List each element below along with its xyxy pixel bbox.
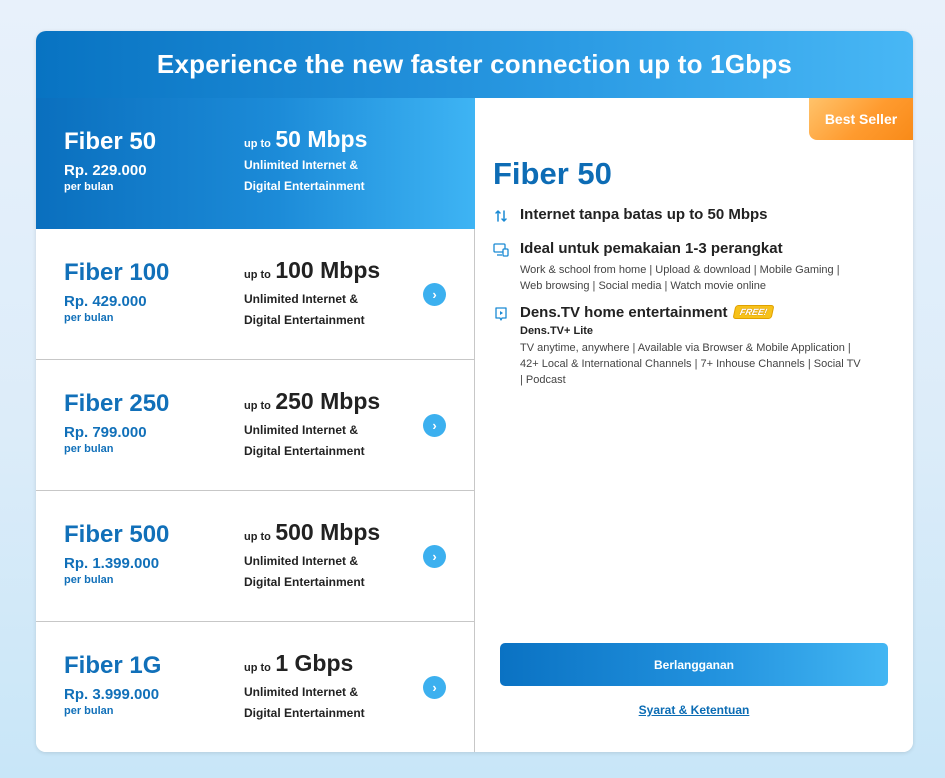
feature-tv: Dens.TV home entertainment FREE! Dens.TV+… (493, 304, 893, 394)
plan-description: Unlimited Internet & Digital Entertainme… (244, 685, 365, 720)
plan-list: Fiber 50 Rp. 229.000 per bulan up to 50 … (36, 98, 475, 752)
feature-text: Work & school from home | Upload & downl… (520, 264, 840, 292)
plan-description: Unlimited Internet & Digital Entertainme… (244, 292, 365, 327)
plan-speed: 250 Mbps (275, 388, 381, 414)
plan-speed-line: up to 1 Gbps (244, 650, 353, 677)
plan-detail-panel: Best Seller Fiber 50 Internet tanpa bata… (475, 98, 913, 752)
plan-speed-line: up to 100 Mbps (244, 257, 380, 284)
speed-arrows-icon (495, 210, 507, 222)
feature-title: Ideal untuk pemakaian 1-3 perangkat (520, 240, 783, 257)
plan-item-fiber-500[interactable]: Fiber 500 Rp. 1.399.000 per bulan up to … (36, 491, 475, 622)
devices-icon (493, 243, 509, 257)
free-tag: FREE! (732, 305, 775, 319)
plan-item-fiber-50[interactable]: Fiber 50 Rp. 229.000 per bulan up to 50 … (36, 98, 475, 229)
feature-title: Internet tanpa batas up to 50 Mbps (520, 206, 768, 223)
plan-price: Rp. 1.399.000 (64, 555, 160, 572)
plan-item-fiber-250[interactable]: Fiber 250 Rp. 799.000 per bulan up to 25… (36, 360, 475, 491)
plan-upto: up to (244, 138, 271, 150)
plan-price: Rp. 3.999.000 (64, 686, 160, 703)
subscribe-button[interactable]: Berlangganan (500, 643, 888, 686)
feature-title: Dens.TV home entertainment FREE! (520, 304, 775, 321)
feature-devices: Ideal untuk pemakaian 1-3 perangkat Work… (493, 240, 893, 300)
detail-title: Fiber 50 (493, 156, 612, 191)
plan-period: per bulan (64, 574, 114, 586)
feature-subtitle: Dens.TV+ Lite (520, 325, 594, 337)
feature-text: TV anytime, anywhere | Available via Bro… (520, 342, 861, 386)
plan-upto: up to (244, 269, 271, 281)
card-body: Fiber 50 Rp. 229.000 per bulan up to 50 … (36, 98, 913, 752)
plan-name: Fiber 50 (64, 128, 157, 155)
plan-speed: 1 Gbps (275, 650, 354, 676)
tv-icon (495, 307, 507, 321)
plan-description: Unlimited Internet & Digital Entertainme… (244, 554, 365, 589)
plan-item-fiber-100[interactable]: Fiber 100 Rp. 429.000 per bulan up to 10… (36, 229, 475, 360)
plan-upto: up to (244, 531, 271, 543)
plan-description: Unlimited Internet & Digital Entertainme… (244, 423, 365, 458)
chevron-right-icon[interactable]: › (423, 545, 446, 568)
chevron-right-icon[interactable]: › (423, 414, 446, 437)
pricing-card: Experience the new faster connection up … (36, 31, 913, 752)
plan-name: Fiber 100 (64, 259, 170, 286)
feature-internet: Internet tanpa batas up to 50 Mbps (493, 206, 893, 230)
plan-period: per bulan (64, 181, 114, 193)
plan-period: per bulan (64, 705, 114, 717)
terms-link[interactable]: Syarat & Ketentuan (475, 703, 913, 717)
plan-speed: 500 Mbps (275, 519, 381, 545)
plan-speed: 50 Mbps (275, 126, 368, 152)
plan-speed-line: up to 250 Mbps (244, 388, 380, 415)
plan-name: Fiber 250 (64, 390, 170, 417)
plan-period: per bulan (64, 312, 114, 324)
chevron-right-icon[interactable]: › (423, 283, 446, 306)
plan-speed-line: up to 50 Mbps (244, 126, 367, 153)
plan-price: Rp. 429.000 (64, 293, 147, 310)
chevron-right-icon[interactable]: › (423, 676, 446, 699)
plan-price: Rp. 229.000 (64, 162, 147, 179)
plan-name: Fiber 1G (64, 652, 162, 679)
plan-upto: up to (244, 400, 271, 412)
plan-name: Fiber 500 (64, 521, 170, 548)
header-title: Experience the new faster connection up … (156, 49, 793, 79)
plan-description: Unlimited Internet & Digital Entertainme… (244, 158, 365, 193)
plan-item-fiber-1g[interactable]: Fiber 1G Rp. 3.999.000 per bulan up to 1… (36, 622, 475, 752)
plan-speed-line: up to 500 Mbps (244, 519, 380, 546)
best-seller-badge: Best Seller (809, 98, 913, 140)
plan-price: Rp. 799.000 (64, 424, 147, 441)
plan-period: per bulan (64, 443, 114, 455)
header-banner: Experience the new faster connection up … (36, 31, 913, 98)
feature-title-text: Dens.TV home entertainment (520, 304, 728, 321)
plan-speed: 100 Mbps (275, 257, 381, 283)
plan-upto: up to (244, 662, 271, 674)
